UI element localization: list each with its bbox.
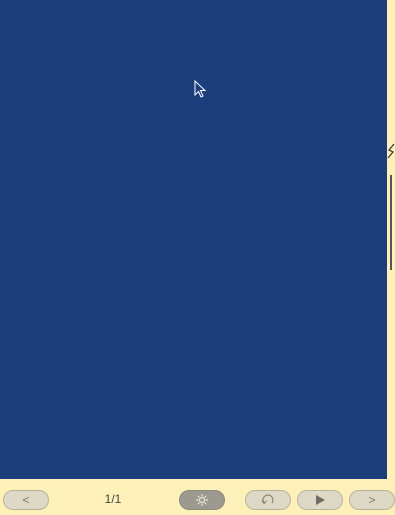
settings-icon bbox=[195, 493, 209, 507]
side-scrollbar[interactable] bbox=[390, 175, 395, 270]
previous-button[interactable]: < bbox=[3, 490, 49, 510]
next-button[interactable]: > bbox=[349, 490, 395, 510]
settings-button[interactable] bbox=[179, 490, 225, 510]
slide-canvas[interactable] bbox=[0, 0, 387, 479]
presentation-viewer: < 1/1 > bbox=[0, 0, 395, 515]
next-label: > bbox=[368, 493, 376, 507]
undo-icon bbox=[261, 494, 275, 506]
undo-button[interactable] bbox=[245, 490, 291, 510]
previous-label: < bbox=[22, 493, 30, 507]
page-counter: 1/1 bbox=[104, 492, 122, 506]
play-icon bbox=[314, 494, 326, 506]
side-collapse-icon[interactable] bbox=[387, 143, 395, 159]
play-button[interactable] bbox=[297, 490, 343, 510]
mouse-cursor-icon bbox=[194, 80, 206, 99]
